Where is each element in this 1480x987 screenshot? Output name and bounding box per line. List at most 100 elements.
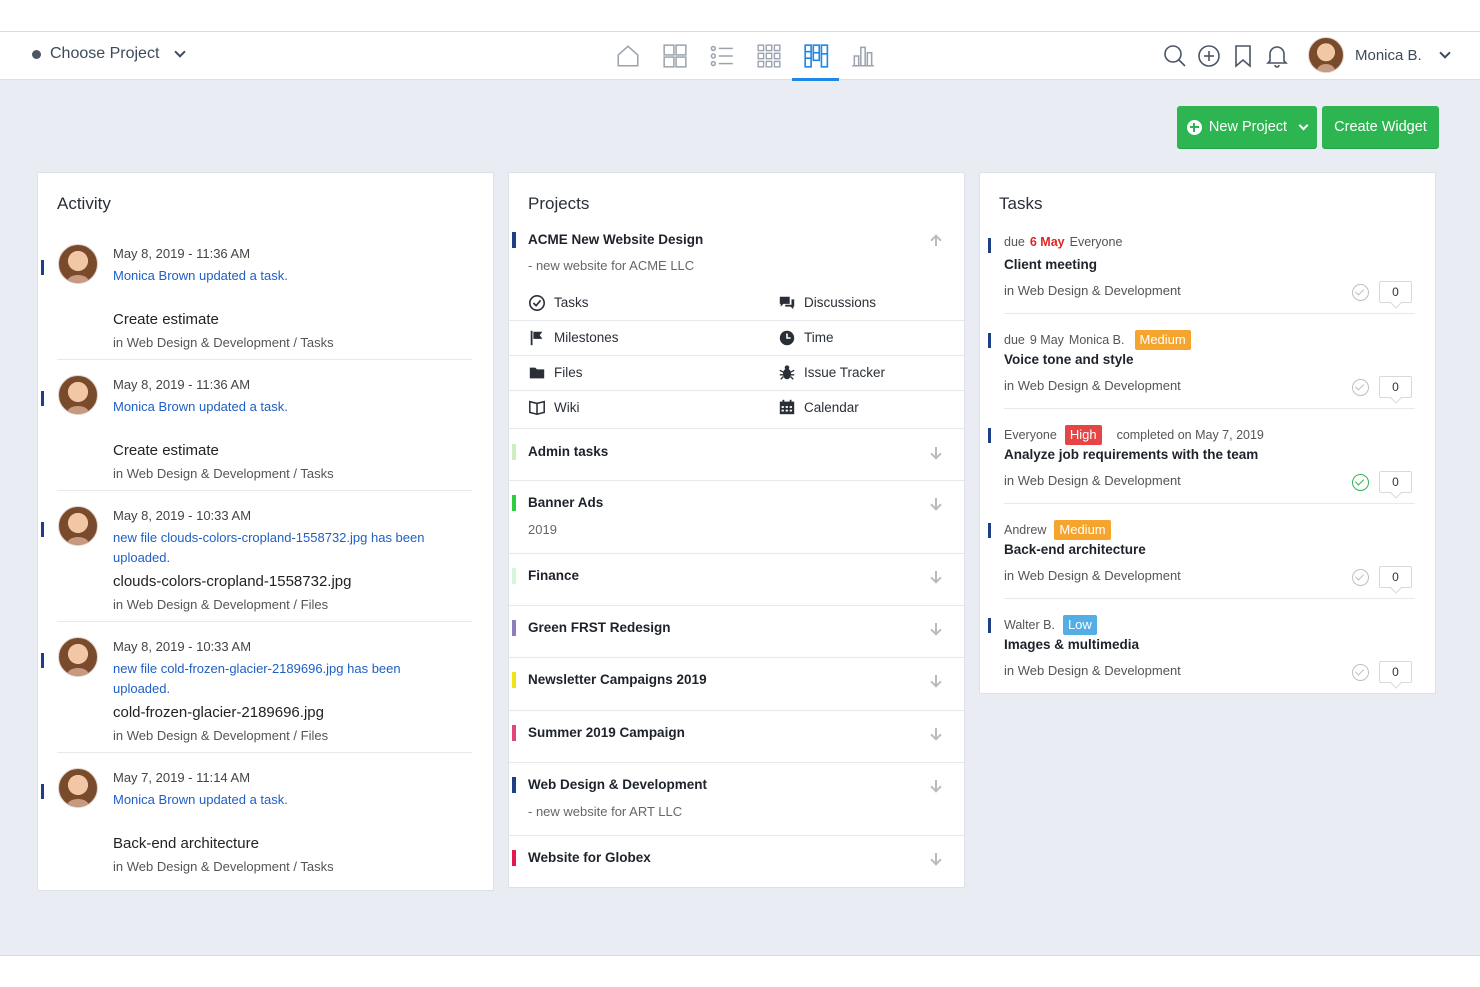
project-name[interactable]: Website for Globex [528, 850, 651, 865]
task-title[interactable]: Images & multimedia [1004, 637, 1139, 652]
activity-action-link[interactable]: new file clouds-colors-cropland-1558732.… [113, 528, 458, 568]
activity-marker [41, 391, 44, 406]
activity-action-link[interactable]: Monica Brown updated a task. [113, 790, 458, 810]
arrow-down-icon[interactable] [930, 779, 942, 793]
activity-panel: Activity May 8, 2019 - 11:36 AM Monica B… [37, 172, 494, 891]
project-row[interactable]: Finance [509, 554, 964, 606]
project-name[interactable]: Banner Ads [528, 495, 603, 510]
project-chooser[interactable]: Choose Project [32, 45, 187, 63]
project-row[interactable]: Banner Ads 2019 [509, 481, 964, 554]
nav-board[interactable] [792, 32, 839, 81]
task-item[interactable]: due 6 May Everyone Client meeting in Web… [980, 219, 1435, 314]
project-name[interactable]: Web Design & Development [528, 777, 707, 792]
project-color-marker [512, 568, 516, 584]
tool-wiki[interactable]: Wiki [528, 390, 580, 424]
arrow-down-icon[interactable] [930, 570, 942, 584]
bookmark-button[interactable] [1228, 40, 1258, 72]
project-name[interactable]: ACME New Website Design [528, 232, 703, 247]
tool-time[interactable]: Time [778, 320, 834, 355]
nav-home[interactable] [604, 32, 651, 80]
arrow-up-icon[interactable] [930, 234, 942, 248]
arrow-down-icon[interactable] [930, 622, 942, 636]
project-row[interactable]: Website for Globex [509, 836, 964, 887]
arrow-down-icon[interactable] [930, 446, 942, 460]
search-button[interactable] [1160, 40, 1190, 72]
book-icon [529, 400, 545, 415]
nav-list[interactable] [698, 32, 745, 80]
nav-chart[interactable] [839, 32, 886, 80]
complete-check-icon[interactable] [1352, 284, 1369, 301]
complete-check-icon[interactable] [1352, 474, 1369, 491]
activity-location: in Web Design & Development / Tasks [113, 335, 334, 350]
tool-calendar[interactable]: Calendar [778, 390, 859, 424]
create-widget-button[interactable]: Create Widget [1322, 106, 1439, 148]
tool-discussions[interactable]: Discussions [778, 285, 876, 320]
arrow-down-icon[interactable] [930, 727, 942, 741]
project-description: - new website for ART LLC [528, 804, 683, 819]
project-row[interactable]: Green FRST Redesign [509, 606, 964, 658]
complete-check-icon[interactable] [1352, 664, 1369, 681]
task-marker [988, 333, 991, 348]
list-icon [710, 45, 733, 67]
project-name[interactable]: Newsletter Campaigns 2019 [528, 672, 707, 687]
project-row[interactable]: Admin tasks [509, 428, 964, 481]
projects-panel: Projects ACME New Website Design - new w… [508, 172, 965, 888]
task-title[interactable]: Back-end architecture [1004, 542, 1146, 557]
comment-count[interactable]: 0 [1379, 376, 1412, 398]
add-button[interactable] [1194, 40, 1224, 72]
activity-item: May 7, 2019 - 11:14 AM Monica Brown upda… [38, 753, 493, 884]
project-row[interactable]: Web Design & Development - new website f… [509, 763, 964, 836]
project-color-marker [512, 672, 516, 688]
tool-milestones[interactable]: Milestones [528, 320, 619, 355]
tool-tasks[interactable]: Tasks [528, 285, 589, 320]
activity-location: in Web Design & Development / Files [113, 597, 329, 612]
activity-item: May 8, 2019 - 10:33 AM new file clouds-c… [38, 491, 493, 622]
arrow-down-icon[interactable] [930, 497, 942, 511]
project-name[interactable]: Admin tasks [528, 444, 608, 459]
nav-grid[interactable] [745, 32, 792, 80]
user-menu[interactable]: Monica B. [1308, 37, 1451, 73]
task-item[interactable]: Walter B. Low Images & multimedia in Web… [980, 599, 1435, 694]
complete-check-icon[interactable] [1352, 379, 1369, 396]
new-project-button[interactable]: New Project [1177, 106, 1317, 148]
activity-title-text[interactable]: cold-frozen-glacier-2189696.jpg [113, 704, 324, 721]
notifications-button[interactable] [1262, 40, 1292, 72]
task-title[interactable]: Client meeting [1004, 257, 1097, 272]
task-item[interactable]: due 9 May Monica B. Medium Voice tone an… [980, 314, 1435, 409]
project-row-expanded[interactable]: ACME New Website Design - new website fo… [509, 225, 964, 428]
activity-title-text[interactable]: Create estimate [113, 311, 219, 328]
comment-count[interactable]: 0 [1379, 281, 1412, 303]
activity-title-text[interactable]: clouds-colors-cropland-1558732.jpg [113, 573, 351, 590]
comment-count[interactable]: 0 [1379, 471, 1412, 493]
complete-check-icon[interactable] [1352, 569, 1369, 586]
tasks-title: Tasks [999, 194, 1043, 213]
nav-dashboard[interactable] [651, 32, 698, 80]
activity-item: May 8, 2019 - 11:36 AM Monica Brown upda… [38, 229, 493, 360]
task-title[interactable]: Analyze job requirements with the team [1004, 447, 1258, 462]
task-title[interactable]: Voice tone and style [1004, 352, 1134, 367]
project-row[interactable]: Summer 2019 Campaign [509, 711, 964, 763]
task-due-date: 6 May [1029, 235, 1065, 249]
project-name[interactable]: Green FRST Redesign [528, 620, 671, 635]
project-name[interactable]: Finance [528, 568, 579, 583]
arrow-down-icon[interactable] [930, 674, 942, 688]
comment-count[interactable]: 0 [1379, 566, 1412, 588]
task-item[interactable]: Andrew Medium Back-end architecture in W… [980, 504, 1435, 599]
activity-title-text[interactable]: Back-end architecture [113, 835, 259, 852]
header-actions [1160, 40, 1292, 72]
search-icon [1164, 45, 1186, 67]
project-row[interactable]: Newsletter Campaigns 2019 [509, 658, 964, 711]
tool-issue-tracker[interactable]: Issue Tracker [778, 355, 885, 390]
comment-count[interactable]: 0 [1379, 661, 1412, 683]
projects-title: Projects [528, 194, 590, 213]
activity-action-link[interactable]: Monica Brown updated a task. [113, 266, 458, 286]
tool-files[interactable]: Files [528, 355, 583, 390]
activity-action-link[interactable]: new file cold-frozen-glacier-2189696.jpg… [113, 659, 458, 699]
dashboard-icon [662, 44, 687, 68]
activity-title-text[interactable]: Create estimate [113, 442, 219, 459]
arrow-down-icon[interactable] [930, 852, 942, 866]
project-dot-icon [32, 49, 41, 59]
task-item[interactable]: Everyone High completed on May 7, 2019 A… [980, 409, 1435, 504]
project-name[interactable]: Summer 2019 Campaign [528, 725, 685, 740]
activity-action-link[interactable]: Monica Brown updated a task. [113, 397, 458, 417]
